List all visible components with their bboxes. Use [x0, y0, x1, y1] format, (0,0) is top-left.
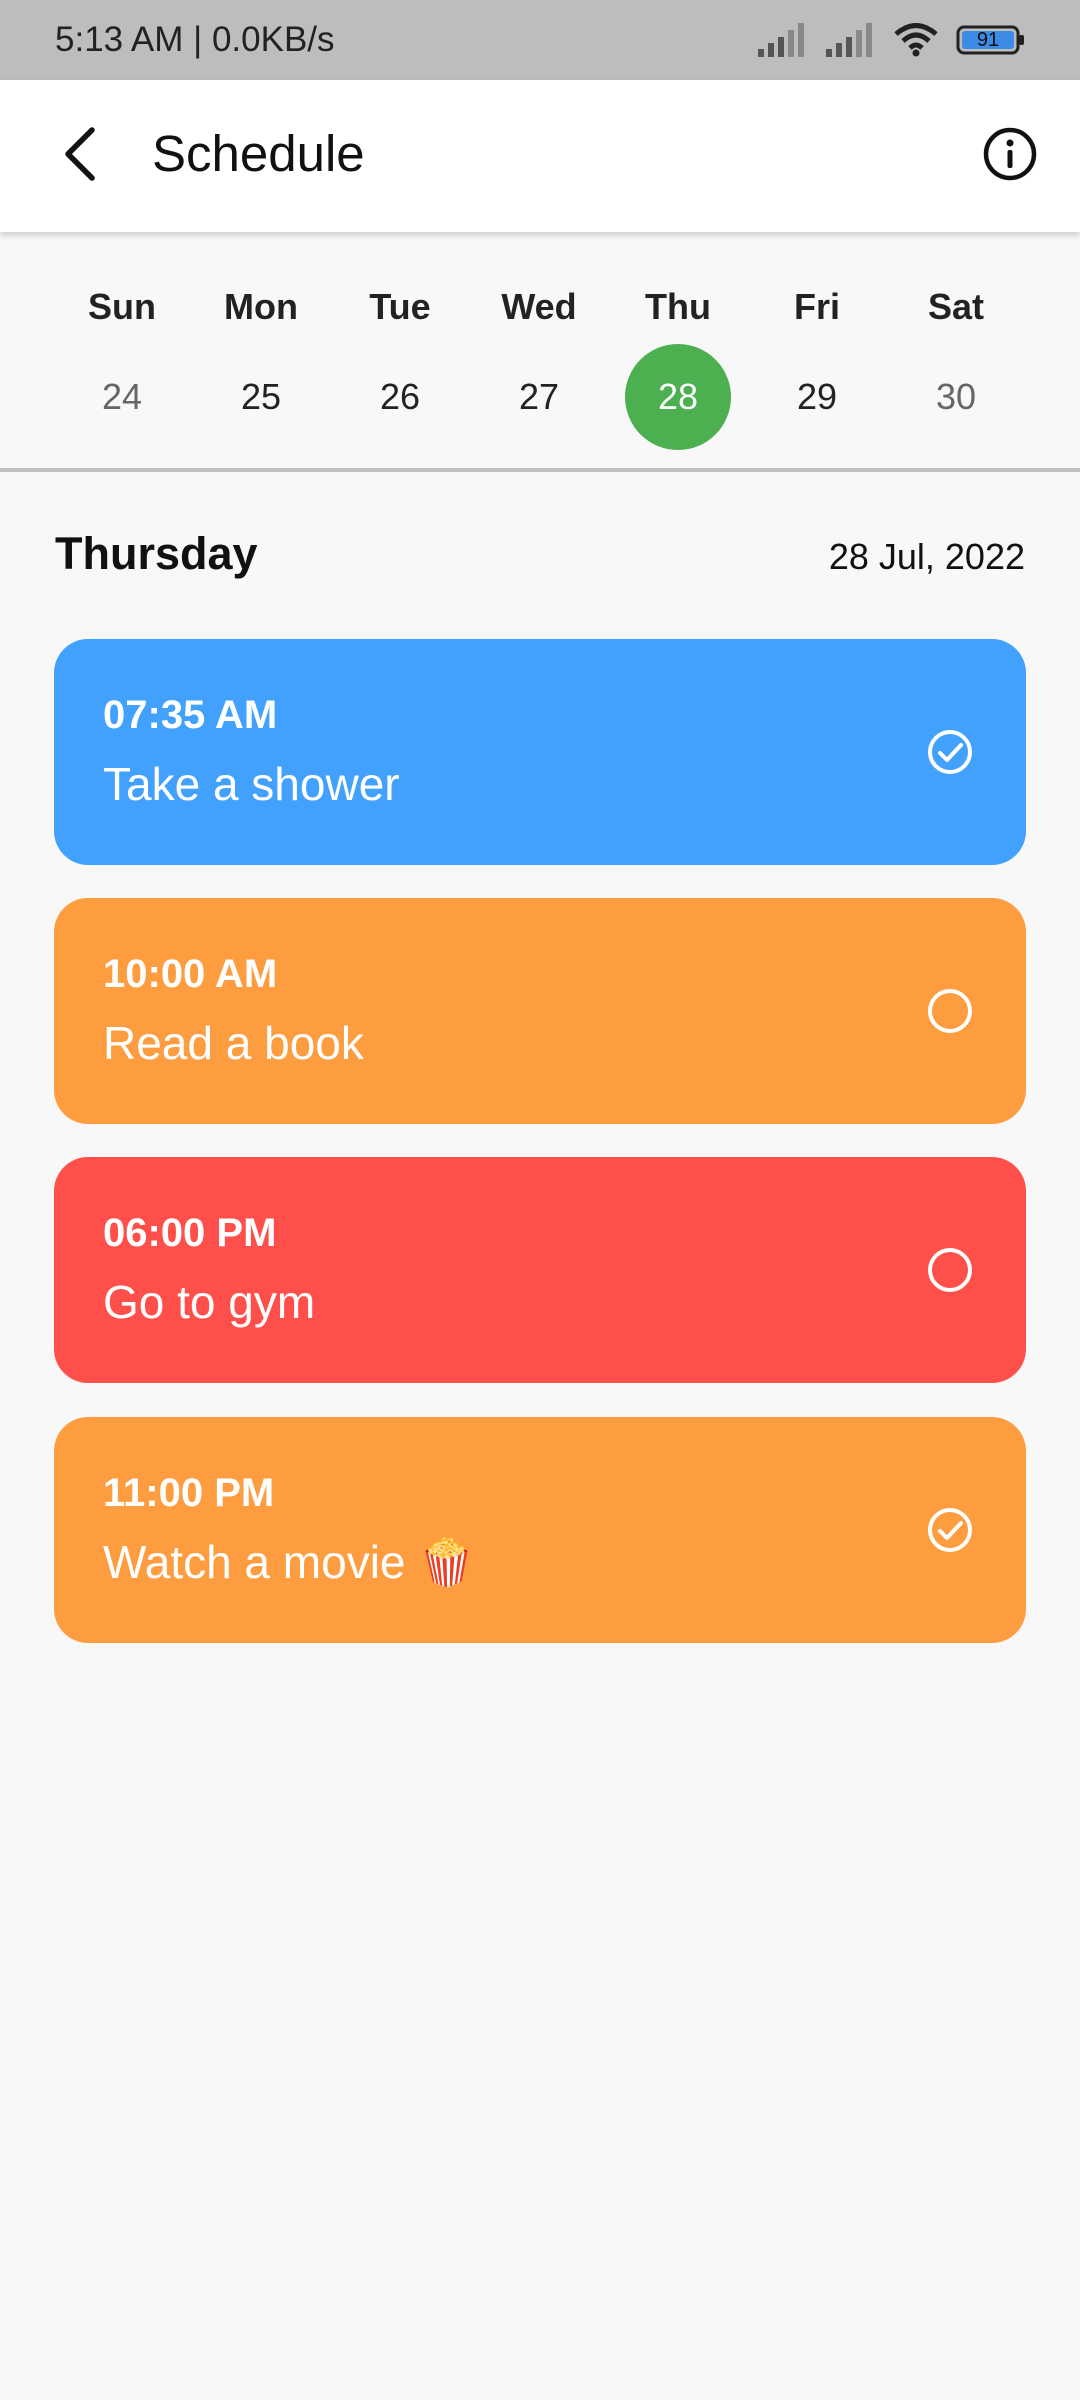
signal-icon — [758, 23, 804, 57]
day-date-number[interactable]: 25 — [208, 344, 314, 450]
day-date-number[interactable]: 30 — [903, 344, 1009, 450]
day-name: Wed — [501, 286, 577, 327]
task-title: Go to gym — [103, 1276, 316, 1328]
page-title: Schedule — [152, 125, 365, 182]
day-date-number[interactable]: 24 — [69, 344, 175, 450]
day-title: Thursday — [55, 528, 258, 579]
day-name: Mon — [224, 286, 298, 327]
back-arrow-icon — [65, 127, 95, 181]
task-card[interactable]: 10:00 AM Read a book — [54, 898, 1026, 1124]
task-title: Read a book — [103, 1017, 364, 1069]
unchecked-circle-icon[interactable] — [924, 985, 976, 1037]
day-date-number[interactable]: 26 — [347, 344, 453, 450]
unchecked-circle-icon[interactable] — [924, 1244, 976, 1296]
task-time: 11:00 PM — [103, 1471, 275, 1515]
day-name: Tue — [369, 286, 431, 327]
day-date: 28 Jul, 2022 — [828, 536, 1025, 577]
app-bar: Schedule — [0, 80, 1080, 232]
checked-circle-icon[interactable] — [924, 726, 976, 778]
task-title: Watch a movie 🍿 — [103, 1536, 476, 1588]
task-card[interactable]: 06:00 PM Go to gym — [54, 1157, 1026, 1383]
task-time: 10:00 AM — [103, 952, 278, 996]
battery-icon: 91 — [956, 23, 1026, 57]
wifi-icon — [894, 23, 938, 57]
status-icons: 91 — [758, 23, 1026, 57]
task-time: 06:00 PM — [103, 1211, 277, 1255]
task-card[interactable]: 07:35 AM Take a shower — [54, 639, 1026, 865]
day-name: Sat — [927, 286, 985, 327]
day-name: Sun — [88, 286, 156, 327]
status-time-speed: 5:13 AM | 0.0KB/s — [55, 20, 335, 59]
task-card[interactable]: 11:00 PM Watch a movie 🍿 — [54, 1417, 1026, 1643]
day-date-number[interactable]: 27 — [486, 344, 592, 450]
task-title: Take a shower — [103, 758, 400, 810]
battery-level: 91 — [976, 29, 1000, 51]
week-strip: Sun 24 Mon 25 Tue 26 Wed 27 Thu 28 Fri 29 Sat 30 — [0, 232, 1080, 472]
checked-circle-icon[interactable] — [924, 1504, 976, 1556]
info-icon — [983, 127, 1037, 181]
selected-date[interactable]: 28 — [625, 344, 731, 450]
day-name: Fri — [793, 286, 840, 327]
info-button[interactable] — [970, 114, 1050, 194]
signal-icon — [826, 23, 872, 57]
back-button[interactable] — [40, 114, 120, 194]
day-date-number[interactable]: 29 — [764, 344, 870, 450]
status-bar: 5:13 AM | 0.0KB/s 91 — [0, 0, 1080, 80]
day-name: Thu — [645, 286, 711, 327]
task-time: 07:35 AM — [103, 693, 278, 737]
